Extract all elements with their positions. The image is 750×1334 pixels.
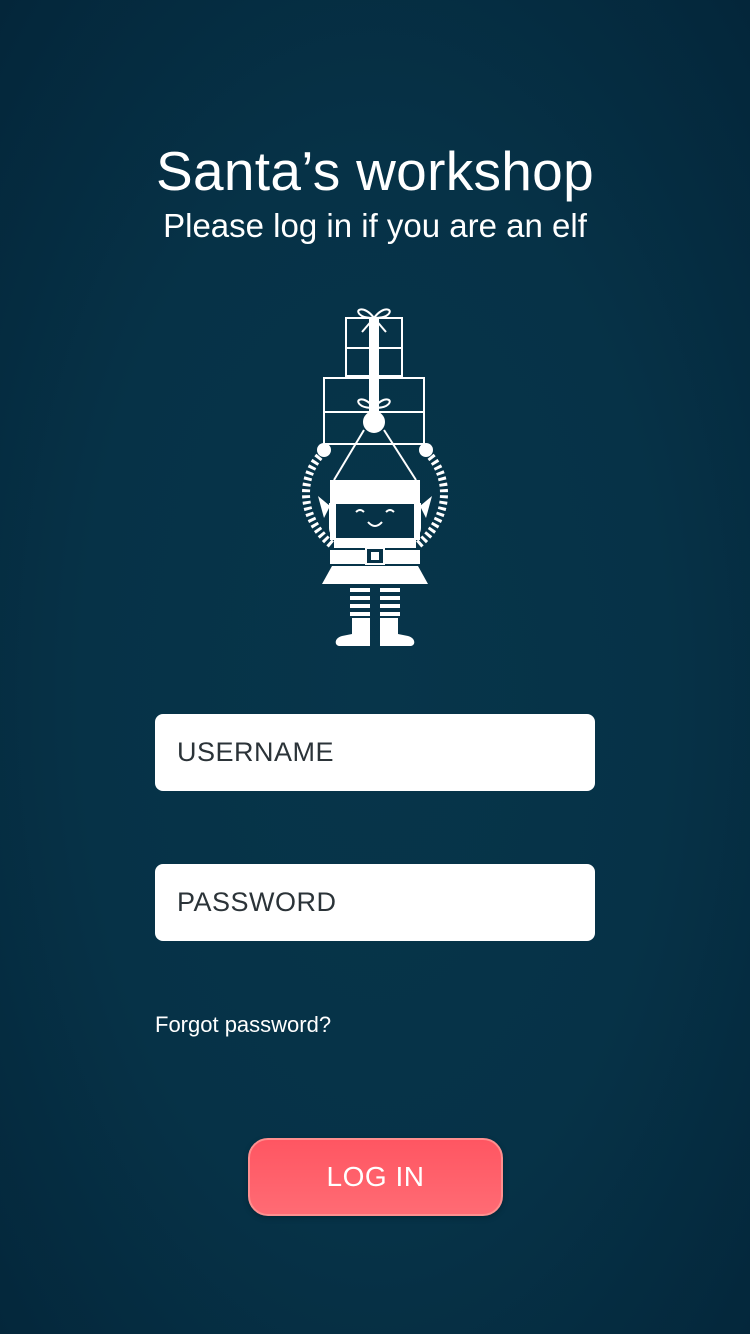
page-title: Santa’s workshop — [156, 139, 594, 202]
login-button[interactable]: LOG IN — [248, 1138, 503, 1216]
elf-carrying-presents-icon — [302, 308, 448, 646]
bottom-present-icon — [323, 377, 425, 445]
forgot-password-link[interactable]: Forgot password? — [155, 1010, 331, 1040]
top-present-icon — [345, 308, 403, 377]
elf-body-icon — [322, 540, 428, 584]
password-field[interactable] — [155, 864, 595, 941]
login-screen: Santa’s workshop Please log in if you ar… — [0, 0, 750, 1334]
elf-head-icon — [318, 480, 432, 544]
username-field[interactable] — [155, 714, 595, 791]
page-subtitle: Please log in if you are an elf — [163, 207, 587, 244]
elf-legs-icon — [335, 588, 415, 646]
